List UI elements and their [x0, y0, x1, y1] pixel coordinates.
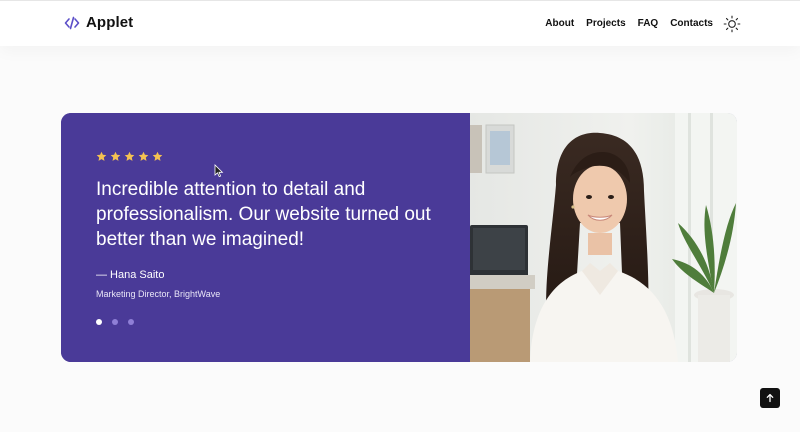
person-photo	[470, 113, 737, 362]
main-nav: About Projects FAQ Contacts	[545, 18, 713, 29]
sun-icon[interactable]	[723, 15, 741, 33]
testimonial-quote: Incredible attention to detail and profe…	[96, 179, 431, 250]
arrow-up-icon	[766, 393, 774, 403]
nav-link-faq[interactable]: FAQ	[638, 18, 659, 29]
testimonial-card: Incredible attention to detail and profe…	[61, 113, 737, 362]
mouse-cursor-icon	[214, 164, 224, 178]
star-icon	[152, 151, 163, 161]
carousel-dots	[96, 319, 134, 325]
star-icon	[124, 151, 135, 161]
brand-name: Applet	[86, 14, 134, 31]
testimonial-author: — Hana Saito	[96, 269, 165, 281]
carousel-dot-1[interactable]	[96, 319, 102, 325]
testimonial-role: Marketing Director, BrightWave	[96, 289, 221, 299]
office-photo-illustration	[470, 113, 737, 362]
star-icon	[110, 151, 121, 161]
brand-logo[interactable]: Applet	[64, 14, 133, 31]
carousel-dot-2[interactable]	[112, 319, 118, 325]
testimonial-content: Incredible attention to detail and profe…	[61, 113, 470, 362]
nav-link-contacts[interactable]: Contacts	[670, 18, 713, 29]
star-icon	[138, 151, 149, 161]
nav-link-projects[interactable]: Projects	[586, 18, 625, 29]
rating-stars	[96, 151, 163, 162]
nav-link-about[interactable]: About	[545, 18, 574, 29]
code-icon	[64, 16, 80, 29]
star-icon	[96, 151, 107, 161]
scroll-to-top-button[interactable]	[760, 388, 780, 408]
carousel-dot-3[interactable]	[128, 319, 134, 325]
site-header: Applet About Projects FAQ Contacts	[0, 0, 800, 46]
